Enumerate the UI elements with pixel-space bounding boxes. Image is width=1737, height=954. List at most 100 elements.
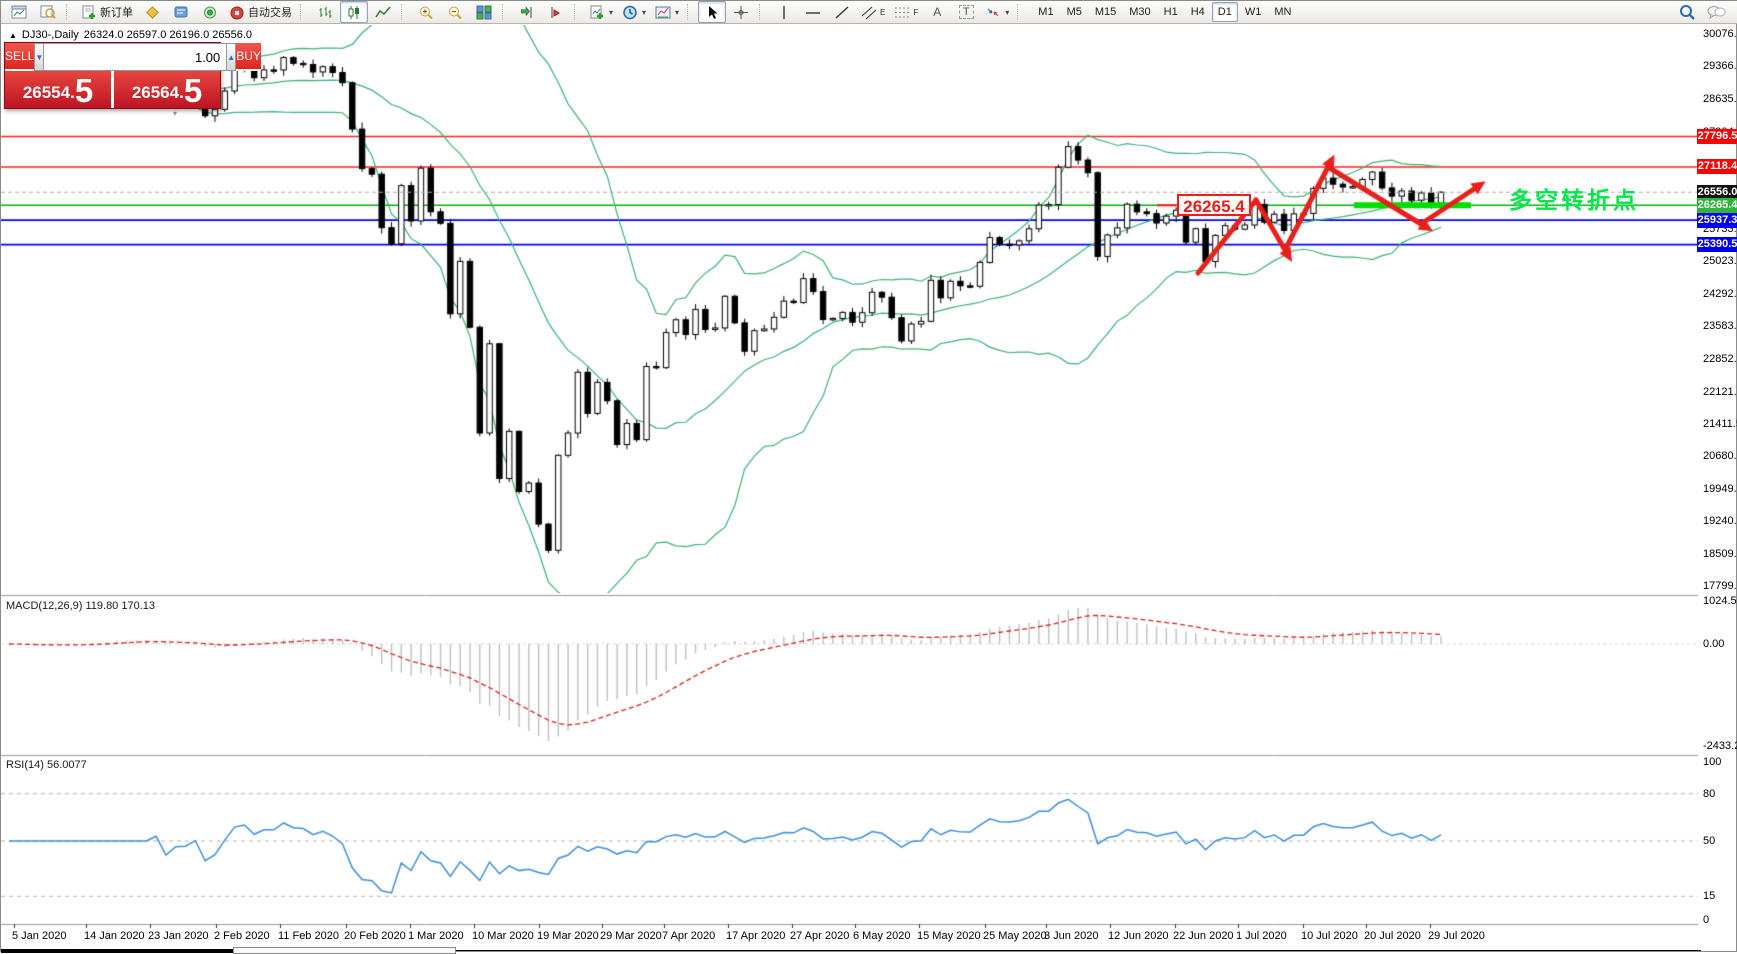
autotrading-button[interactable]: 自动交易	[225, 1, 296, 23]
volume-decrease-button[interactable]: ▼	[34, 43, 44, 71]
timeframe-button-M30[interactable]: M30	[1123, 2, 1156, 22]
metaeditor-icon	[144, 5, 160, 20]
arrows-icon	[985, 5, 1001, 20]
channel-glyph: E	[880, 8, 885, 17]
date-axis-label: 3 Jun 2020	[1044, 930, 1098, 942]
toolbar-separator	[1017, 4, 1024, 20]
price-axis-tick: 20680.5	[1703, 450, 1737, 462]
indicators-icon	[589, 5, 605, 20]
chat-icon[interactable]	[1706, 4, 1726, 20]
price-level-label: 27118.4	[1697, 159, 1737, 174]
timeframe-button-M5[interactable]: M5	[1061, 2, 1088, 22]
chart-shift-button[interactable]	[542, 1, 570, 23]
date-axis-label: 10 Mar 2020	[472, 930, 534, 942]
auto-scroll-button[interactable]	[513, 1, 541, 23]
tile-windows-button[interactable]	[470, 1, 498, 23]
timeframe-button-H1[interactable]: H1	[1158, 2, 1184, 22]
symbol-period-text: DJ30-,Daily	[22, 29, 79, 41]
horizontal-scrollbar-line	[456, 950, 1701, 951]
text-tool-button[interactable]: A	[923, 1, 951, 23]
templates-button[interactable]: ▾	[651, 1, 683, 23]
new-order-label: 新订单	[100, 4, 133, 20]
horizontal-scrollbar-track[interactable]	[1, 949, 233, 953]
rsi-axis-tick: 15	[1703, 890, 1715, 902]
search-icon[interactable]	[1679, 4, 1696, 20]
price-axis-tick: 18509.0	[1703, 548, 1737, 560]
templates-icon	[655, 5, 671, 20]
cursor-tool-button[interactable]	[698, 1, 726, 23]
timeframe-button-D1[interactable]: D1	[1212, 2, 1238, 22]
chart-window-button[interactable]	[5, 1, 33, 23]
date-axis-label: 1 Jul 2020	[1236, 930, 1287, 942]
buy-price-main: 26564	[132, 80, 179, 106]
volume-input[interactable]	[44, 43, 226, 71]
terminal-icon	[173, 5, 189, 20]
channel-tool-button[interactable]: E	[857, 1, 889, 23]
chart-shift-icon	[548, 5, 564, 20]
volume-increase-button[interactable]: ▲	[226, 43, 236, 71]
rsi-axis-tick: 100	[1703, 756, 1721, 768]
sell-button[interactable]: SELL	[5, 43, 34, 71]
text-label-tool-button[interactable]: T	[952, 1, 980, 23]
timeframe-button-W1[interactable]: W1	[1239, 2, 1268, 22]
price-axis-tick: 19240.0	[1703, 515, 1737, 527]
toolbar-separator	[66, 4, 73, 20]
crosshair-icon	[733, 5, 749, 20]
sell-price-tile[interactable]: 26554 . 5	[5, 71, 111, 108]
price-axis-tick: 17799.5	[1703, 580, 1737, 592]
timeframe-button-M15[interactable]: M15	[1089, 2, 1122, 22]
auto-scroll-icon	[519, 5, 535, 20]
crosshair-tool-button[interactable]	[727, 1, 755, 23]
panel-collapse-icon[interactable]: ▾	[173, 109, 177, 118]
price-annotation-box[interactable]: 26265.4	[1177, 194, 1251, 216]
buy-price-tile[interactable]: 26564 . 5	[114, 71, 220, 108]
chart-window-icon	[11, 5, 27, 19]
macd-indicator-label: MACD(12,26,9) 119.80 170.13	[6, 600, 155, 612]
line-chart-icon	[375, 5, 391, 20]
periods-icon	[622, 5, 638, 20]
price-axis-tick: 22121.0	[1703, 386, 1737, 398]
horizontal-line-tool-button[interactable]	[799, 1, 827, 23]
bar-chart-icon	[317, 5, 333, 20]
date-axis-label: 23 Jan 2020	[148, 930, 209, 942]
date-axis-label: 29 Jul 2020	[1428, 930, 1485, 942]
new-order-icon	[81, 5, 97, 20]
market-watch-button[interactable]	[34, 1, 62, 23]
line-chart-button[interactable]	[369, 1, 397, 23]
horizontal-scrollbar-thumb[interactable]	[233, 947, 456, 954]
text-label-glyph: T	[959, 5, 974, 19]
date-axis-label: 20 Feb 2020	[344, 930, 406, 942]
periods-button[interactable]: ▾	[618, 1, 650, 23]
buy-button[interactable]: BUY	[236, 43, 261, 71]
fibonacci-tool-button[interactable]: F	[890, 1, 922, 23]
bar-chart-button[interactable]	[311, 1, 339, 23]
date-axis-label: 11 Feb 2020	[278, 930, 339, 942]
terminal-button[interactable]	[167, 1, 195, 23]
zoom-in-button[interactable]	[412, 1, 440, 23]
toolbar-separator	[502, 4, 509, 20]
date-axis-label: 19 Mar 2020	[537, 930, 599, 942]
vertical-line-tool-button[interactable]	[770, 1, 798, 23]
rsi-indicator-label: RSI(14) 56.0077	[6, 759, 87, 771]
new-order-button[interactable]: 新订单	[77, 1, 137, 23]
trendline-icon	[834, 5, 850, 20]
zoom-out-button[interactable]	[441, 1, 469, 23]
turning-point-annotation: 多空转折点	[1509, 181, 1639, 215]
toolbar-separator	[300, 4, 307, 20]
arrows-tool-button[interactable]: ▾	[981, 1, 1013, 23]
date-axis-label: 10 Jul 2020	[1301, 930, 1358, 942]
trendline-tool-button[interactable]	[828, 1, 856, 23]
timeframe-button-M1[interactable]: M1	[1032, 2, 1059, 22]
text-tool-glyph: A	[933, 5, 941, 19]
price-axis-tick: 24292.5	[1703, 288, 1737, 300]
timeframe-button-H4[interactable]: H4	[1185, 2, 1211, 22]
signals-button[interactable]	[196, 1, 224, 23]
date-axis-label: 17 Apr 2020	[726, 930, 785, 942]
metaeditor-button[interactable]	[138, 1, 166, 23]
indicators-button[interactable]: ▾	[585, 1, 617, 23]
candlestick-chart-button[interactable]	[340, 1, 368, 23]
timeframe-button-MN[interactable]: MN	[1268, 2, 1297, 22]
rsi-axis-tick: 80	[1703, 788, 1715, 800]
chart-overlays: 30076.029366.528635.527904.525733.025023…	[1, 1, 1737, 953]
triangle-up-icon: ▲	[9, 31, 17, 40]
